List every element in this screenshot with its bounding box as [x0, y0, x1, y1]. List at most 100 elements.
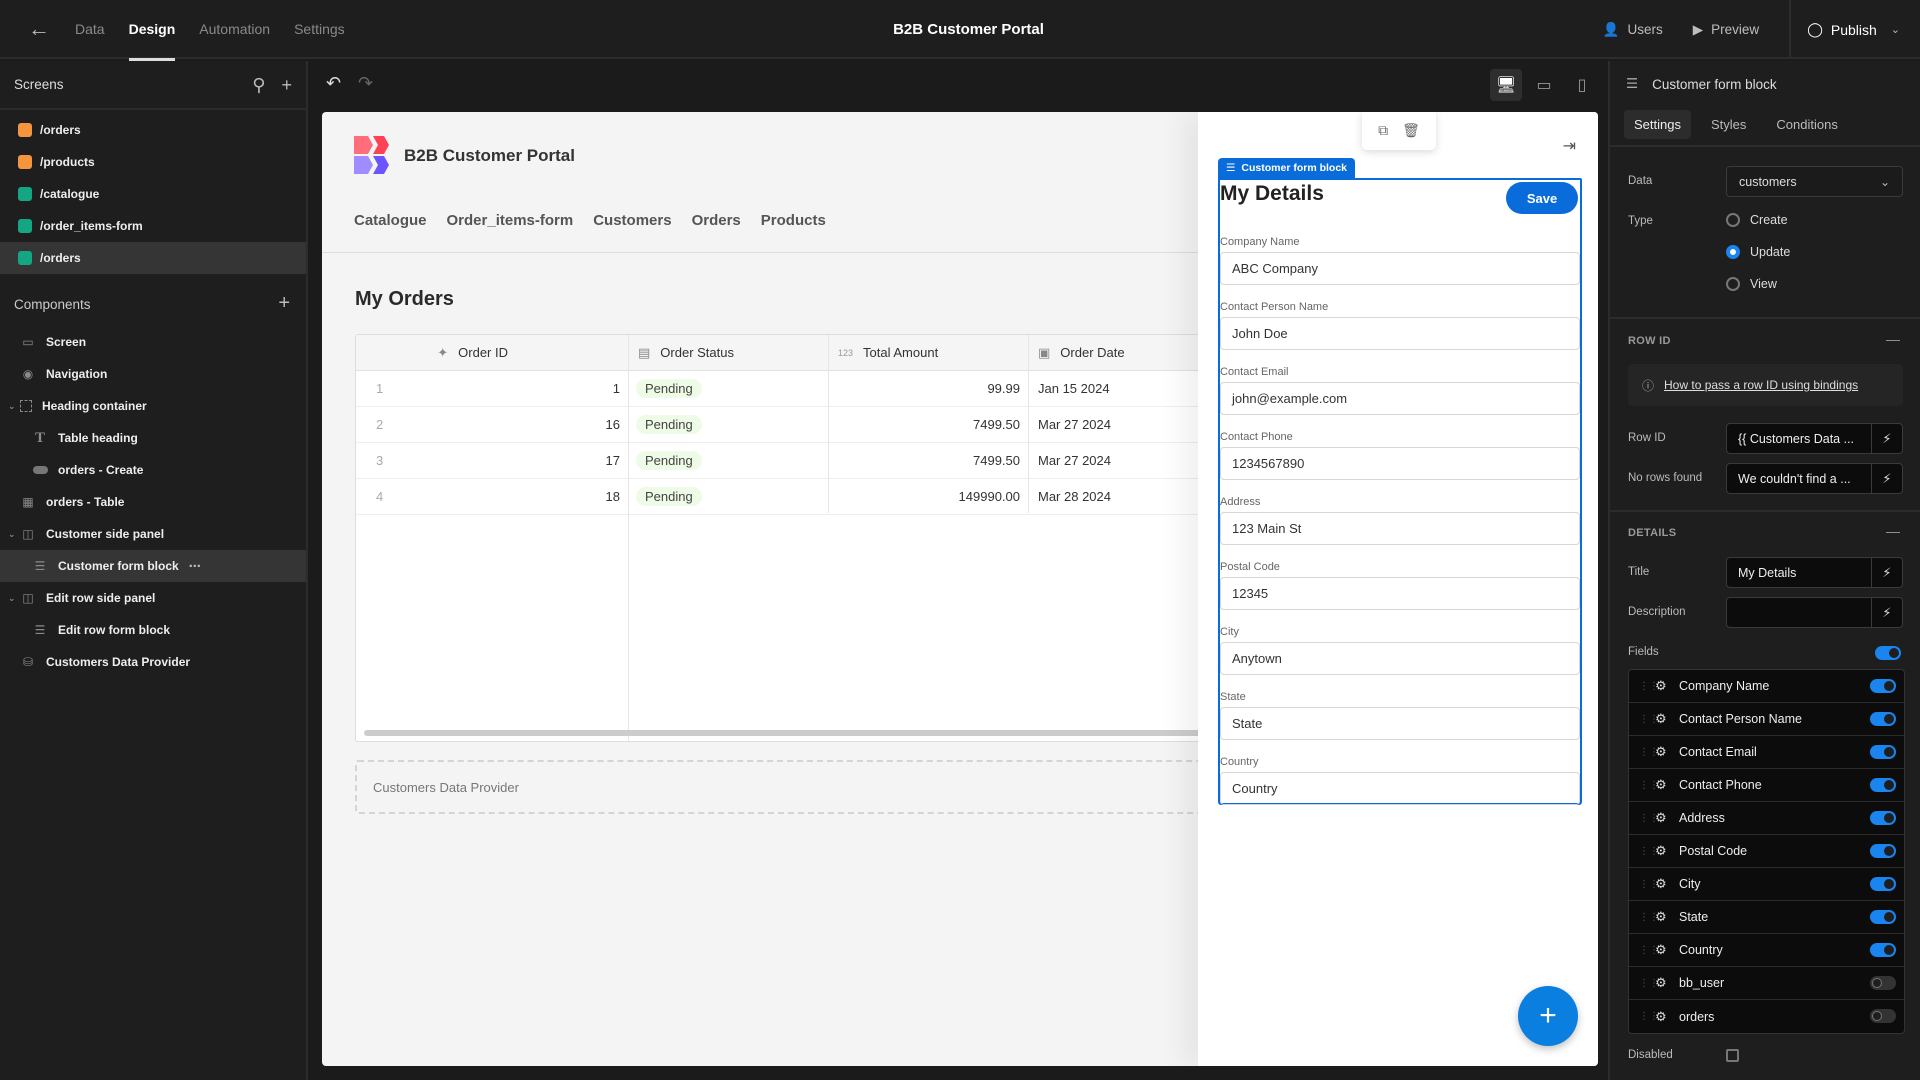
mobile-view-icon[interactable]: ▯ [1566, 69, 1598, 101]
field-toggle[interactable] [1870, 712, 1896, 726]
screen-item[interactable]: /products [0, 146, 306, 178]
title-binding[interactable]: My Details ⚡ [1726, 557, 1903, 588]
nav-link[interactable]: Orders [692, 212, 741, 229]
description-binding[interactable]: ⚡ [1726, 597, 1903, 628]
field-toggle[interactable] [1870, 976, 1896, 990]
component-customer-form-block[interactable]: ☰ Customer form block ⋯ [0, 550, 306, 582]
drag-handle-icon[interactable]: ⋮⋮ [1639, 879, 1659, 890]
preview-button[interactable]: ▶ Preview [1693, 22, 1759, 38]
component-edit-row-side-panel[interactable]: ⌄ ◫ Edit row side panel [0, 582, 306, 614]
duplicate-icon[interactable]: ⧉ [1378, 122, 1388, 139]
search-icon[interactable]: ⚲ [252, 75, 265, 96]
collapse-section-icon[interactable]: — [1886, 523, 1900, 539]
field-list-item[interactable]: ⋮⋮ ⚙ bb_user [1629, 967, 1904, 1000]
column-header-order-status[interactable]: ▤ Order Status [628, 335, 828, 371]
undo-icon[interactable]: ↶ [326, 73, 341, 94]
trash-icon[interactable]: 🗑 [1402, 122, 1420, 139]
gear-icon[interactable]: ⚙ [1655, 843, 1669, 859]
horizontal-scrollbar[interactable] [364, 730, 1204, 736]
drag-handle-icon[interactable]: ⋮⋮ [1639, 978, 1659, 989]
gear-icon[interactable]: ⚙ [1655, 876, 1669, 892]
tab-design[interactable]: Design [128, 0, 175, 61]
lightning-icon[interactable]: ⚡ [1871, 598, 1902, 627]
type-radio-create[interactable]: Create [1726, 213, 1788, 227]
screen-item[interactable]: /orders [0, 114, 306, 146]
field-list-item[interactable]: ⋮⋮ ⚙ State [1629, 901, 1904, 934]
tab-data[interactable]: Data [75, 0, 105, 59]
drag-handle-icon[interactable]: ⋮⋮ [1639, 714, 1659, 725]
field-toggle[interactable] [1870, 844, 1896, 858]
collapse-section-icon[interactable]: — [1886, 331, 1900, 347]
disabled-checkbox[interactable] [1726, 1049, 1739, 1062]
data-source-select[interactable]: customers ⌄ [1726, 166, 1903, 197]
field-toggle[interactable] [1870, 1009, 1896, 1023]
gear-icon[interactable]: ⚙ [1655, 909, 1669, 925]
add-screen-icon[interactable]: + [281, 75, 292, 96]
component-customers-data-provider[interactable]: ⛁ Customers Data Provider [0, 646, 306, 678]
field-toggle[interactable] [1870, 679, 1896, 693]
component-orders-create[interactable]: orders - Create [0, 454, 306, 486]
add-component-fab[interactable]: + [1518, 986, 1578, 1046]
field-toggle[interactable] [1870, 943, 1896, 957]
add-component-icon[interactable]: + [278, 292, 290, 315]
fields-toggle[interactable] [1875, 646, 1901, 660]
lightning-icon[interactable]: ⚡ [1871, 558, 1902, 587]
contact-phone-input[interactable]: 1234567890 [1220, 447, 1580, 480]
lightning-icon[interactable]: ⚡ [1871, 464, 1902, 493]
type-radio-update[interactable]: Update [1726, 245, 1790, 259]
screen-item-selected[interactable]: /orders [0, 242, 306, 274]
row-id-binding[interactable]: {{ Customers Data ... ⚡ [1726, 423, 1903, 454]
column-header-order-id[interactable]: ✦ Order ID [356, 335, 628, 371]
component-screen[interactable]: ▭ Screen [0, 326, 306, 358]
lightning-icon[interactable]: ⚡ [1871, 424, 1902, 453]
gear-icon[interactable]: ⚙ [1655, 1009, 1669, 1025]
gear-icon[interactable]: ⚙ [1655, 777, 1669, 793]
contact-email-input[interactable]: john@example.com [1220, 382, 1580, 415]
component-edit-row-form-block[interactable]: ☰ Edit row form block [0, 614, 306, 646]
nav-link[interactable]: Catalogue [354, 212, 427, 229]
country-input[interactable]: Country [1220, 772, 1580, 805]
help-link[interactable]: How to pass a row ID using bindings [1664, 378, 1858, 392]
field-toggle[interactable] [1870, 877, 1896, 891]
screen-item[interactable]: /catalogue [0, 178, 306, 210]
component-navigation[interactable]: ◉ Navigation [0, 358, 306, 390]
chevron-down-icon[interactable]: ⌄ [8, 529, 16, 540]
field-list-item[interactable]: ⋮⋮ ⚙ Contact Person Name [1629, 703, 1904, 736]
desktop-view-icon[interactable]: 🖥 [1490, 69, 1522, 101]
tab-settings[interactable]: Settings [1624, 109, 1691, 139]
gear-icon[interactable]: ⚙ [1655, 744, 1669, 760]
field-toggle[interactable] [1870, 778, 1896, 792]
back-arrow-icon[interactable]: ← [26, 16, 52, 42]
drag-handle-icon[interactable]: ⋮⋮ [1639, 813, 1659, 824]
more-options-icon[interactable]: ⋯ [189, 559, 201, 573]
field-list-item[interactable]: ⋮⋮ ⚙ Contact Phone [1629, 769, 1904, 802]
gear-icon[interactable]: ⚙ [1655, 678, 1669, 694]
drag-handle-icon[interactable]: ⋮⋮ [1639, 912, 1659, 923]
tab-settings[interactable]: Settings [294, 0, 345, 59]
drag-handle-icon[interactable]: ⋮⋮ [1639, 1011, 1659, 1022]
redo-icon[interactable]: ↷ [358, 73, 373, 94]
field-list-item[interactable]: ⋮⋮ ⚙ City [1629, 868, 1904, 901]
type-radio-view[interactable]: View [1726, 277, 1777, 291]
gear-icon[interactable]: ⚙ [1655, 975, 1669, 991]
publish-button[interactable]: ◯ Publish ⌄ [1789, 0, 1920, 59]
drag-handle-icon[interactable]: ⋮⋮ [1639, 681, 1659, 692]
nav-link[interactable]: Order_items-form [447, 212, 574, 229]
field-toggle[interactable] [1870, 910, 1896, 924]
field-toggle[interactable] [1870, 811, 1896, 825]
tab-conditions[interactable]: Conditions [1766, 110, 1847, 139]
drag-handle-icon[interactable]: ⋮⋮ [1639, 846, 1659, 857]
nav-link[interactable]: Customers [593, 212, 671, 229]
field-list-item[interactable]: ⋮⋮ ⚙ orders [1629, 1000, 1904, 1033]
nav-link[interactable]: Products [761, 212, 826, 229]
save-button[interactable]: Save [1506, 182, 1578, 214]
field-list-item[interactable]: ⋮⋮ ⚙ Country [1629, 934, 1904, 967]
drag-handle-icon[interactable]: ⋮⋮ [1639, 780, 1659, 791]
field-list-item[interactable]: ⋮⋮ ⚙ Postal Code [1629, 835, 1904, 868]
gear-icon[interactable]: ⚙ [1655, 810, 1669, 826]
screen-item[interactable]: /order_items-form [0, 210, 306, 242]
no-rows-binding[interactable]: We couldn't find a ... ⚡ [1726, 463, 1903, 494]
gear-icon[interactable]: ⚙ [1655, 711, 1669, 727]
chevron-down-icon[interactable]: ⌄ [8, 593, 16, 604]
gear-icon[interactable]: ⚙ [1655, 942, 1669, 958]
